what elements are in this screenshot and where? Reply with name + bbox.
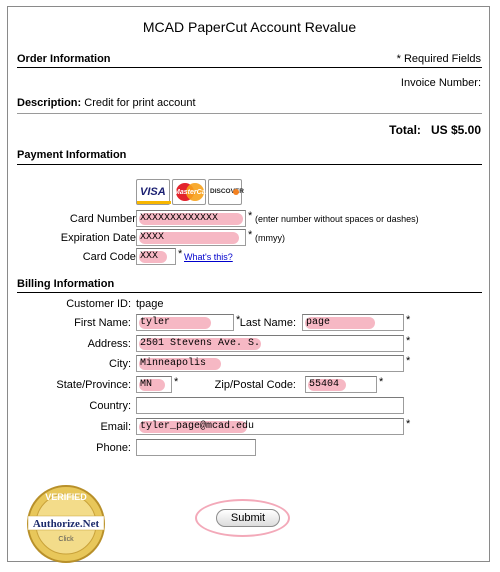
state-required: * xyxy=(174,376,179,388)
email-label: Email: xyxy=(100,421,131,433)
mastercard-logo-icon: MasterCard xyxy=(172,179,213,205)
description-divider xyxy=(17,113,482,114)
expiration-input[interactable]: XXXX xyxy=(136,229,246,246)
card-number-hint: (enter number without spaces or dashes) xyxy=(255,214,419,224)
city-label: City: xyxy=(109,358,131,370)
phone-input[interactable] xyxy=(136,439,256,456)
zip-input[interactable]: 55404 xyxy=(305,376,377,393)
last-name-required: * xyxy=(406,314,411,326)
order-heading: Order Information xyxy=(17,53,111,65)
zip-label: Zip/Postal Code: xyxy=(214,379,296,391)
address-label: Address: xyxy=(87,338,131,350)
state-input[interactable]: MN xyxy=(136,376,172,393)
last-name-label: Last Name: xyxy=(239,317,296,329)
city-input[interactable]: Minneapolis xyxy=(136,355,404,372)
svg-text:VERIFIED: VERIFIED xyxy=(45,492,87,502)
page-title: MCAD PaperCut Account Revalue xyxy=(142,19,357,35)
zip-required: * xyxy=(379,376,384,388)
card-number-input[interactable]: XXXXXXXXXXXXX xyxy=(136,210,246,227)
expiration-hint: (mmyy) xyxy=(255,233,285,243)
billing-heading: Billing Information xyxy=(17,278,115,290)
card-code-input[interactable]: XXX xyxy=(136,248,176,265)
card-logos: VISA MasterCard DISCOVER xyxy=(136,179,246,205)
address-required: * xyxy=(406,335,411,347)
expiration-label: Expiration Date: xyxy=(60,232,139,244)
state-label: State/Province: xyxy=(56,379,131,391)
description-label: Description: xyxy=(17,97,82,109)
authorize-net-seal-icon[interactable]: VERIFIED Authorize.Net Click xyxy=(26,484,106,564)
discover-logo-icon: DISCOVER xyxy=(208,179,244,205)
email-input[interactable]: tyler_page@mcad.edu xyxy=(136,418,404,435)
last-name-input[interactable]: page xyxy=(302,314,404,331)
card-number-label: Card Number: xyxy=(69,213,139,225)
payment-divider xyxy=(17,164,482,165)
email-required: * xyxy=(406,418,411,430)
invoice-label: Invoice Number: xyxy=(400,77,481,89)
total-value: US $5.00 xyxy=(430,123,481,137)
description-row: Description: Credit for print account xyxy=(17,97,196,109)
first-name-input[interactable]: tyler xyxy=(136,314,234,331)
total-row: Total: US $5.00 xyxy=(389,123,481,137)
visa-logo-icon: VISA xyxy=(136,179,171,205)
total-label: Total: xyxy=(389,123,421,137)
card-number-required: * xyxy=(248,210,253,222)
payment-heading: Payment Information xyxy=(17,149,127,161)
country-input[interactable] xyxy=(136,397,404,414)
card-code-label: Card Code: xyxy=(82,251,139,263)
order-divider xyxy=(17,67,482,68)
customer-id-label: Customer ID: xyxy=(66,298,131,310)
required-note: * Required Fields xyxy=(396,53,481,65)
address-input[interactable]: 2501 Stevens Ave. S. xyxy=(136,335,404,352)
city-required: * xyxy=(406,355,411,367)
phone-label: Phone: xyxy=(96,442,131,454)
whats-this-link[interactable]: What's this? xyxy=(184,252,233,262)
country-label: Country: xyxy=(89,400,131,412)
svg-text:Click: Click xyxy=(58,536,74,543)
billing-divider xyxy=(17,292,482,293)
customer-id-value: tpage xyxy=(136,298,164,310)
svg-text:Authorize.Net: Authorize.Net xyxy=(33,518,100,530)
revalue-form: MCAD PaperCut Account Revalue Order Info… xyxy=(7,6,490,564)
submit-button[interactable]: Submit xyxy=(216,509,280,527)
expiration-required: * xyxy=(248,229,253,241)
card-code-required: * xyxy=(178,248,183,260)
first-name-label: First Name: xyxy=(74,317,131,329)
description-value: Credit for print account xyxy=(84,97,196,109)
